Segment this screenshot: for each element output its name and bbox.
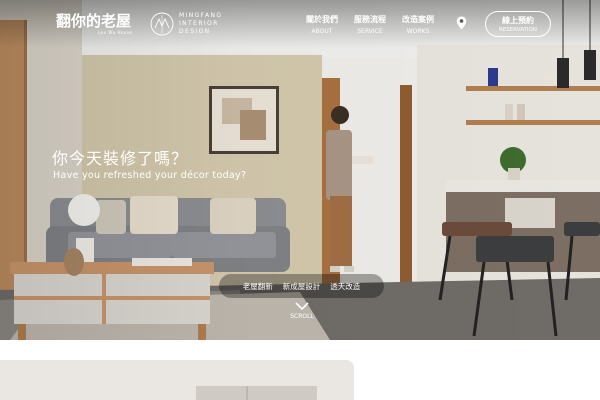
logo-text[interactable]: 翻你的老屋	[56, 10, 131, 31]
nav-about[interactable]: 關於我們 ABOUT	[302, 14, 342, 35]
hero-tag-pill: 老屋翻新 新成屋設計 透天改造	[219, 274, 384, 298]
nav-works[interactable]: 改造案例 WORKS	[398, 14, 438, 35]
reservation-button[interactable]: 線上預約 RESERVATION	[485, 11, 551, 37]
hero-banner: 翻你的老屋 Leo Wu House MINGFANG INTERIOR DES…	[0, 0, 600, 340]
brand-line: MINGFANG	[179, 12, 223, 19]
logo-subtitle: Leo Wu House	[98, 30, 133, 35]
nav-label: 服務流程	[354, 15, 386, 24]
hero-headline: 你今天裝修了嗎？	[52, 149, 189, 168]
nav-label: 關於我們	[306, 15, 338, 24]
card-image-placeholder	[196, 386, 317, 400]
tag-item[interactable]: 老屋翻新	[243, 281, 273, 292]
chevron-down-icon	[295, 302, 309, 311]
scroll-label: SCROLL	[290, 313, 314, 320]
brand-name: MINGFANG INTERIOR DESIGN	[179, 12, 222, 36]
brand-emblem-icon	[150, 12, 174, 36]
hero-subline: Have you refreshed your décor today?	[53, 170, 247, 181]
brand-line: INTERIOR	[179, 20, 219, 27]
brand-line: DESIGN	[179, 28, 211, 35]
map-pin-icon[interactable]	[456, 16, 467, 30]
nav-sublabel: WORKS	[406, 28, 430, 35]
scroll-indicator[interactable]: SCROLL	[286, 302, 318, 320]
nav-sublabel: ABOUT	[311, 28, 333, 35]
nav-label: 改造案例	[402, 15, 434, 24]
reservation-label: 線上預約	[502, 16, 534, 25]
reservation-sublabel: RESERVATION	[499, 27, 537, 33]
nav-service[interactable]: 服務流程 SERVICE	[350, 14, 390, 35]
nav-sublabel: SERVICE	[357, 28, 383, 35]
tag-item[interactable]: 新成屋設計	[283, 281, 321, 292]
tag-item[interactable]: 透天改造	[330, 281, 360, 292]
card-divider	[246, 386, 248, 400]
